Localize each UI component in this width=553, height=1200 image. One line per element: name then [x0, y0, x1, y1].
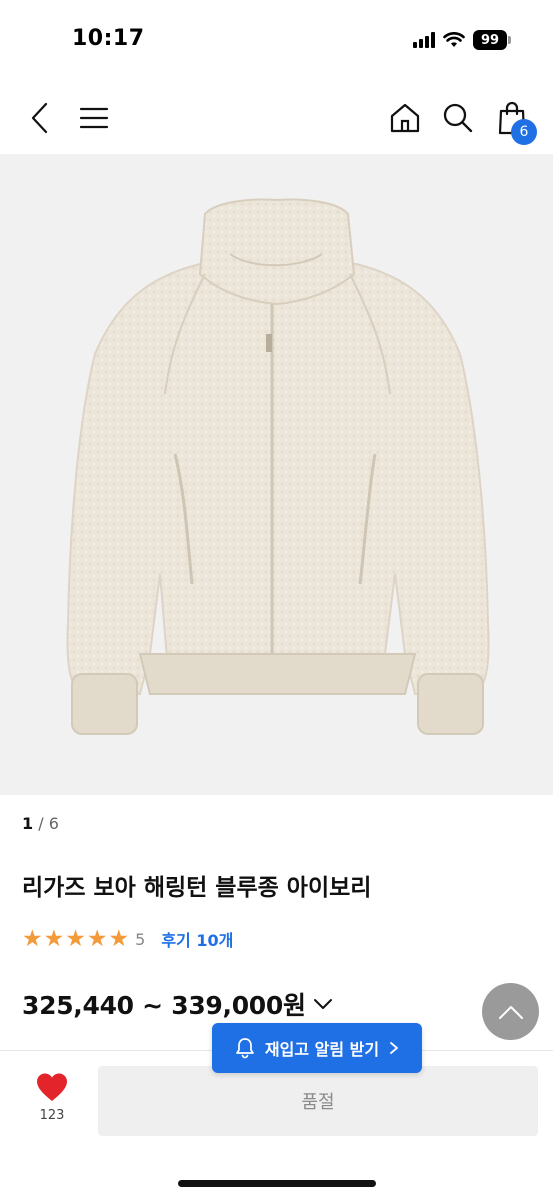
chevron-left-icon — [31, 102, 48, 134]
home-indicator — [178, 1180, 376, 1187]
chevron-down-icon[interactable] — [312, 997, 334, 1011]
price-row[interactable]: 325,440 ~ 339,000원 — [22, 986, 334, 1022]
search-button[interactable] — [438, 98, 478, 138]
star-icon: ★ — [86, 925, 108, 952]
restock-alert-button[interactable]: 재입고 알림 받기 — [212, 1023, 422, 1073]
like-button[interactable]: 123 — [22, 1072, 82, 1132]
top-nav-bar — [0, 84, 553, 154]
hamburger-icon — [79, 107, 109, 129]
jacket-image — [66, 198, 490, 735]
rating-stars: ★ ★ ★ ★ ★ — [22, 925, 130, 952]
chevron-up-icon — [498, 1005, 523, 1019]
pager-current: 1 — [22, 814, 34, 833]
star-icon: ★ — [108, 925, 130, 952]
cart-count-badge: 6 — [511, 119, 537, 145]
signal-icon — [413, 32, 435, 48]
back-button[interactable] — [20, 98, 60, 138]
image-pager: 1 / 6 — [22, 814, 59, 833]
search-icon — [443, 103, 473, 133]
status-time: 10:17 — [72, 26, 145, 51]
pager-total: 6 — [48, 814, 59, 833]
wifi-icon — [443, 32, 465, 47]
star-icon: ★ — [65, 925, 86, 952]
soldout-button[interactable]: 품절 — [98, 1066, 538, 1136]
product-image-carousel[interactable] — [0, 154, 553, 795]
bell-icon — [236, 1038, 254, 1059]
restock-label: 재입고 알림 받기 — [264, 1040, 380, 1059]
review-link[interactable]: 후기 10개 — [161, 927, 233, 951]
rating-row: ★ ★ ★ ★ ★ 5 후기 10개 — [22, 926, 233, 952]
star-icon: ★ — [43, 925, 65, 952]
status-bar: 10:17 99 — [0, 0, 553, 84]
rating-score: 5 — [135, 929, 146, 949]
heart-icon — [37, 1073, 67, 1101]
scroll-to-top-button[interactable] — [482, 983, 539, 1040]
pager-separator: / — [33, 814, 49, 833]
chevron-right-icon — [390, 1042, 398, 1054]
home-icon — [390, 103, 420, 133]
product-title: 리가즈 보아 해링턴 블루종 아이보리 — [22, 875, 372, 901]
status-icons: 99 — [413, 30, 511, 50]
home-button[interactable] — [385, 98, 425, 138]
like-count: 123 — [39, 1108, 65, 1123]
star-icon: ★ — [22, 925, 43, 952]
price-range: 325,440 ~ 339,000원 — [22, 991, 306, 1020]
battery-icon: 99 — [473, 30, 511, 50]
menu-button[interactable] — [74, 98, 114, 138]
battery-level: 99 — [480, 32, 500, 48]
